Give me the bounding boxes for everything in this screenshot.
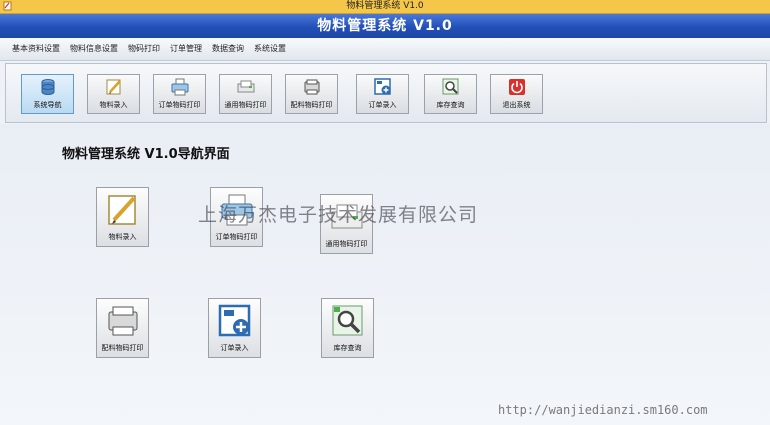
- banner-title: 物料管理系统 V1.0: [317, 18, 453, 34]
- add-order-icon: [218, 304, 252, 338]
- nav-stock-query-label: 库存查询: [333, 344, 362, 352]
- menu-code-print[interactable]: 物码打印: [128, 38, 160, 60]
- label-printer-icon: [237, 78, 255, 96]
- website-watermark: http://wanjiedianzi.sm160.com: [498, 403, 708, 417]
- nav-order-entry-button[interactable]: 订单录入: [208, 298, 261, 358]
- nav-order-code-print-label: 订单物码打印: [215, 233, 258, 241]
- toolbar-stock-query-button[interactable]: 库存查询: [424, 74, 477, 114]
- power-icon: [508, 78, 526, 96]
- pencil-note-icon: [106, 193, 140, 227]
- magnifier-icon: [442, 78, 460, 96]
- window-title-bar: 物料管理系统 V1.0: [0, 0, 770, 14]
- nav-general-code-print-label: 通用物码打印: [325, 240, 368, 248]
- toolbar-exit-label: 退出系统: [502, 101, 531, 109]
- nav-material-entry-button[interactable]: 物料录入: [96, 187, 149, 247]
- toolbar-exit-button[interactable]: 退出系统: [490, 74, 543, 114]
- nav-material-entry-label: 物料录入: [108, 233, 137, 241]
- printer-icon: [106, 304, 140, 338]
- pencil-note-icon: [105, 78, 123, 96]
- printer-icon: [303, 78, 321, 96]
- nav-batch-code-print-button[interactable]: 配料物码打印: [96, 298, 149, 358]
- menu-order-management[interactable]: 订单管理: [170, 38, 202, 60]
- toolbar-system-nav-label: 系统导航: [33, 101, 62, 109]
- toolbar: 系统导航 物料录入 订单物码打印 通用物码打印 配料物码打印 订单录入 库存查询…: [5, 63, 767, 123]
- window-title: 物料管理系统 V1.0: [346, 1, 424, 11]
- toolbar-order-entry-button[interactable]: 订单录入: [356, 74, 409, 114]
- app-banner: 物料管理系统 V1.0: [0, 14, 770, 38]
- database-icon: [39, 78, 57, 96]
- menu-bar: 基本资料设置 物料信息设置 物码打印 订单管理 数据查询 系统设置: [0, 38, 770, 61]
- toolbar-order-code-print-label: 订单物码打印: [158, 101, 201, 109]
- menu-system-settings[interactable]: 系统设置: [254, 38, 286, 60]
- toolbar-stock-query-label: 库存查询: [436, 101, 465, 109]
- toolbar-general-code-print-button[interactable]: 通用物码打印: [219, 74, 272, 114]
- toolbar-batch-code-print-button[interactable]: 配料物码打印: [285, 74, 338, 114]
- nav-order-entry-label: 订单录入: [220, 344, 249, 352]
- toolbar-general-code-print-label: 通用物码打印: [224, 101, 267, 109]
- toolbar-system-nav-button[interactable]: 系统导航: [21, 74, 74, 114]
- menu-material-settings[interactable]: 物料信息设置: [70, 38, 118, 60]
- toolbar-order-code-print-button[interactable]: 订单物码打印: [153, 74, 206, 114]
- navigation-panel: [0, 124, 770, 425]
- toolbar-batch-code-print-label: 配料物码打印: [290, 101, 333, 109]
- page-title: 物料管理系统 V1.0导航界面: [62, 147, 230, 162]
- toolbar-material-entry-label: 物料录入: [99, 101, 128, 109]
- add-order-icon: [373, 78, 392, 96]
- nav-batch-code-print-label: 配料物码打印: [101, 344, 144, 352]
- toolbar-material-entry-button[interactable]: 物料录入: [87, 74, 140, 114]
- nav-stock-query-button[interactable]: 库存查询: [321, 298, 374, 358]
- menu-basic-settings[interactable]: 基本资料设置: [12, 38, 60, 60]
- toolbar-order-entry-label: 订单录入: [368, 101, 397, 109]
- company-watermark: 上海万杰电子技术发展有限公司: [198, 204, 479, 226]
- menu-data-query[interactable]: 数据查询: [212, 38, 244, 60]
- magnifier-icon: [331, 304, 365, 338]
- printer-icon: [171, 78, 189, 96]
